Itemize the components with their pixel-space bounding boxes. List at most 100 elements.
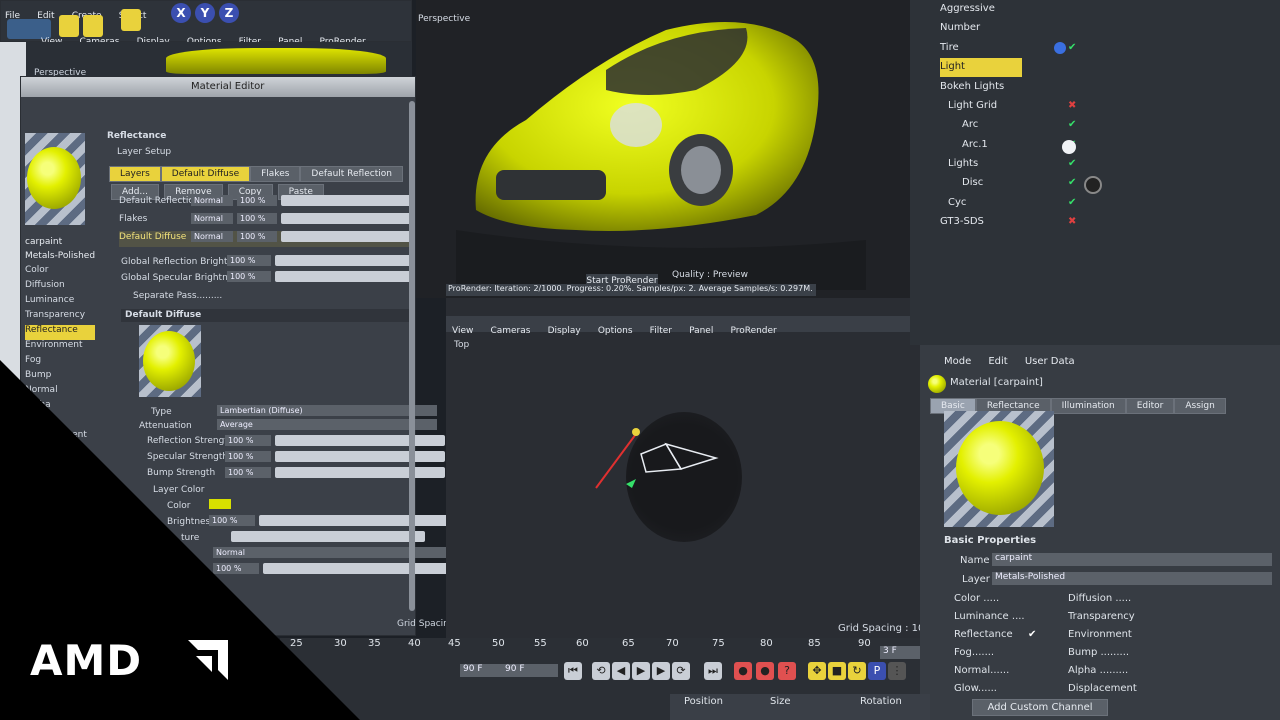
record-icon[interactable]: ●: [734, 662, 752, 680]
prop-bump[interactable]: Bump .........: [1068, 647, 1137, 665]
axis-y-button[interactable]: Y: [195, 3, 215, 23]
object-row[interactable]: Light: [940, 58, 1022, 77]
pla-key-icon[interactable]: ⋮: [888, 662, 906, 680]
layer-value-field[interactable]: 100 %: [237, 231, 277, 242]
tab-assign[interactable]: Assign: [1174, 398, 1226, 414]
axis-z-button[interactable]: Z: [219, 3, 239, 23]
tv-menu-filter[interactable]: Filter: [650, 326, 672, 336]
tv-menu-prorender[interactable]: ProRender: [730, 326, 776, 336]
object-row[interactable]: Disc ✔: [940, 174, 1140, 193]
layer-slider[interactable]: [281, 195, 411, 206]
tv-menu-cameras[interactable]: Cameras: [490, 326, 530, 336]
tv-menu-view[interactable]: View: [452, 326, 473, 336]
layer-mode-select[interactable]: Normal: [191, 195, 233, 206]
disabled-icon[interactable]: ✖: [1068, 216, 1076, 227]
blue-material-tag-icon[interactable]: [1054, 42, 1066, 54]
prop-transparency[interactable]: Transparency: [1068, 611, 1137, 629]
editor-scrollbar[interactable]: [409, 101, 415, 611]
rotate-tool-icon[interactable]: [121, 9, 141, 31]
am-menu-edit[interactable]: Edit: [988, 356, 1007, 367]
top-viewport[interactable]: View Cameras Display Options Filter Pane…: [446, 298, 956, 638]
reflectance-check-icon[interactable]: ✔: [1028, 629, 1036, 640]
layer-value-field[interactable]: 100 %: [237, 195, 277, 206]
layer-value-field[interactable]: 100 %: [237, 213, 277, 224]
channel-reflectance[interactable]: Reflectance: [25, 325, 95, 340]
frame-end-field[interactable]: 90 F: [502, 664, 558, 677]
channel-color[interactable]: Color: [25, 265, 95, 280]
prop-reflectance[interactable]: Reflectance: [954, 629, 1025, 647]
channel-transparency[interactable]: Transparency: [25, 310, 95, 325]
check-icon[interactable]: ✔: [1068, 119, 1076, 130]
object-row[interactable]: GT3-SDS ✖: [940, 213, 1140, 232]
play-icon[interactable]: ▶: [632, 662, 650, 680]
object-row[interactable]: Aggressive: [940, 0, 1140, 19]
object-row[interactable]: Light Grid ✖: [940, 97, 1140, 116]
object-row[interactable]: Number: [940, 19, 1140, 38]
object-row[interactable]: Arc.1✔: [940, 136, 1140, 155]
light-gizmo[interactable]: [586, 424, 726, 504]
scale-key-icon[interactable]: ■: [828, 662, 846, 680]
tab-illumination[interactable]: Illumination: [1050, 398, 1126, 414]
timeline-ruler[interactable]: 25 30 35 40 45 50 55 60 65 70 75 80 85 9…: [280, 638, 920, 654]
object-row[interactable]: Tire ✔: [940, 39, 1140, 58]
layer-mode-select[interactable]: Normal: [191, 231, 233, 242]
channel-luminance[interactable]: Luminance: [25, 295, 95, 310]
current-frame-field[interactable]: 3 F: [880, 646, 920, 659]
global-specular-slider[interactable]: [275, 271, 413, 282]
am-menu-mode[interactable]: Mode: [944, 356, 971, 367]
light-tag-icon[interactable]: [1062, 140, 1076, 154]
prop-alpha[interactable]: Alpha .........: [1068, 665, 1137, 683]
small-viewport[interactable]: Perspective: [26, 42, 412, 78]
material-editor-titlebar[interactable]: Material Editor: [21, 77, 415, 97]
object-row[interactable]: Lights ✔: [940, 155, 1140, 174]
am-menu-user-data[interactable]: User Data: [1025, 356, 1075, 367]
rotate-key-icon[interactable]: ↻: [848, 662, 866, 680]
prop-fog[interactable]: Fog.......: [954, 647, 1025, 665]
tv-menu-options[interactable]: Options: [598, 326, 633, 336]
global-reflection-slider[interactable]: [275, 255, 413, 266]
prop-normal[interactable]: Normal......: [954, 665, 1025, 683]
dark-material-tag-icon[interactable]: [1084, 176, 1102, 194]
tv-menu-panel[interactable]: Panel: [689, 326, 713, 336]
layer-row[interactable]: Default Diffuse Normal 100 %: [119, 231, 415, 247]
layer-mode-select[interactable]: Normal: [191, 213, 233, 224]
layer-slider[interactable]: [281, 213, 411, 224]
layer-row[interactable]: Default Reflection Normal 100 %: [119, 195, 415, 211]
step-forward-icon[interactable]: ▶: [652, 662, 670, 680]
next-key-icon[interactable]: ⟳: [672, 662, 690, 680]
prop-diffusion[interactable]: Diffusion .....: [1068, 593, 1137, 611]
goto-start-icon[interactable]: ⏮: [564, 662, 582, 680]
move-key-icon[interactable]: ✥: [808, 662, 826, 680]
prev-key-icon[interactable]: ⟲: [592, 662, 610, 680]
step-back-icon[interactable]: ◀: [612, 662, 630, 680]
check-icon[interactable]: ✔: [1068, 197, 1076, 208]
frame-start-field[interactable]: 90 F: [460, 664, 502, 677]
disabled-icon[interactable]: ✖: [1068, 100, 1076, 111]
axis-x-button[interactable]: X: [171, 3, 191, 23]
prop-luminance[interactable]: Luminance ....: [954, 611, 1025, 629]
object-row[interactable]: Arc ✔: [940, 116, 1140, 135]
goto-end-icon[interactable]: ⏭: [704, 662, 722, 680]
object-row[interactable]: Cyc ✔: [940, 194, 1140, 213]
global-reflection-field[interactable]: 100 %: [227, 255, 271, 266]
check-icon[interactable]: ✔: [1068, 158, 1076, 169]
param-key-icon[interactable]: P: [868, 662, 886, 680]
check-icon[interactable]: ✔: [1068, 177, 1076, 188]
layer-slider[interactable]: [281, 231, 411, 242]
timeline[interactable]: 25 30 35 40 45 50 55 60 65 70 75 80 85 9…: [280, 638, 930, 720]
autokey-icon[interactable]: ●: [756, 662, 774, 680]
name-field[interactable]: carpaint: [992, 553, 1272, 566]
tv-menu-display[interactable]: Display: [548, 326, 581, 336]
prop-environment[interactable]: Environment: [1068, 629, 1137, 647]
prop-color[interactable]: Color .....: [954, 593, 1025, 611]
layer-row[interactable]: Flakes Normal 100 %: [119, 213, 415, 229]
check-icon[interactable]: ✔: [1068, 42, 1076, 53]
add-custom-channel-button[interactable]: Add Custom Channel: [972, 699, 1108, 716]
channel-environment[interactable]: Environment: [25, 340, 95, 355]
global-specular-field[interactable]: 100 %: [227, 271, 271, 282]
render-viewport[interactable]: Perspective Start ProRender Quality : Pr…: [416, 0, 910, 298]
keyframe-icon[interactable]: ?: [778, 662, 796, 680]
tab-editor[interactable]: Editor: [1125, 398, 1175, 414]
object-row[interactable]: Bokeh Lights: [940, 78, 1140, 97]
channel-diffusion[interactable]: Diffusion: [25, 280, 95, 295]
